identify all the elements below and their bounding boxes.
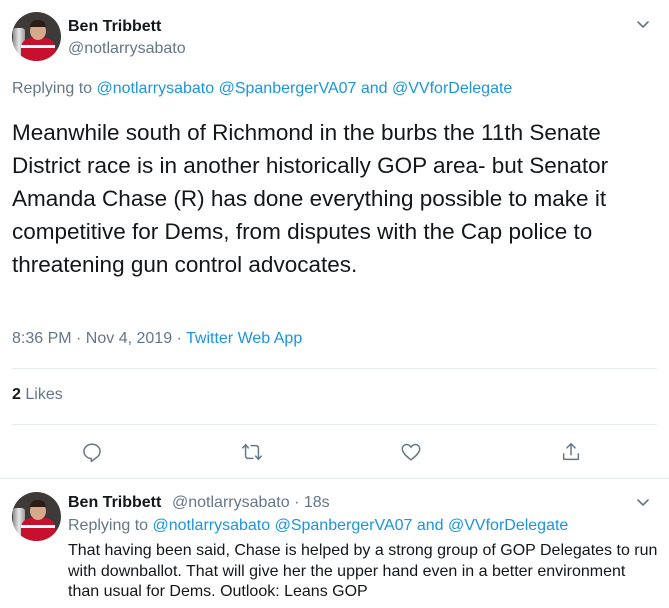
jersey-stripe <box>21 525 55 528</box>
like-button[interactable] <box>397 438 425 466</box>
replying-to-line: Replying to @notlarrysabato @SpanbergerV… <box>68 517 568 535</box>
mention-and[interactable]: and <box>361 80 388 97</box>
share-button[interactable] <box>557 438 585 466</box>
reply-text: That having been said, Chase is helped b… <box>68 542 658 600</box>
retweet-icon <box>242 443 262 461</box>
author-name[interactable]: Ben Tribbett <box>68 18 161 36</box>
mention-and[interactable]: and <box>417 517 444 534</box>
timestamp[interactable]: 8:36 PM · Nov 4, 2019 · <box>12 330 182 347</box>
replying-to-label: Replying to <box>12 80 93 97</box>
tweet-text: Meanwhile south of Richmond in the burbs… <box>12 120 609 277</box>
share-icon <box>562 443 580 461</box>
mention-link[interactable]: @VVforDelegate <box>392 80 512 97</box>
likes-count[interactable]: 2 Likes <box>12 386 63 404</box>
chevron-down-icon[interactable] <box>635 494 651 510</box>
mention-link[interactable]: @notlarrysabato <box>97 80 215 97</box>
avatar[interactable] <box>12 492 61 541</box>
likes-label: Likes <box>25 386 63 403</box>
divider <box>12 424 657 425</box>
divider <box>12 368 657 369</box>
reply-author-name[interactable]: Ben Tribbett <box>68 494 161 512</box>
author-handle[interactable]: @notlarrysabato <box>68 40 186 58</box>
hair-shape <box>30 500 46 507</box>
reply-handle[interactable]: @notlarrysabato <box>172 494 290 511</box>
retweet-button[interactable] <box>238 438 266 466</box>
jersey-stripe <box>21 45 55 48</box>
avatar[interactable] <box>12 12 61 61</box>
replying-to-label: Replying to <box>68 517 149 534</box>
jersey-shape <box>21 518 55 541</box>
reply-button[interactable] <box>78 438 106 466</box>
likes-number: 2 <box>12 386 21 403</box>
main-tweet: Ben Tribbett @notlarrysabato Replying to… <box>0 0 669 479</box>
reply-author-handle: @notlarrysabato · 18s <box>172 494 330 512</box>
replying-to-line: Replying to @notlarrysabato @SpanbergerV… <box>12 80 512 98</box>
mention-link[interactable]: @SpanbergerVA07 <box>275 517 413 534</box>
like-icon <box>401 443 421 461</box>
jersey-shape <box>21 38 55 61</box>
reply-time[interactable]: · 18s <box>294 494 330 511</box>
mention-link[interactable]: @VVforDelegate <box>448 517 568 534</box>
mention-link[interactable]: @SpanbergerVA07 <box>219 80 357 97</box>
source-link[interactable]: Twitter Web App <box>186 330 302 347</box>
reply-icon <box>83 443 101 463</box>
mention-link[interactable]: @notlarrysabato <box>153 517 271 534</box>
tweet-meta: 8:36 PM · Nov 4, 2019 · Twitter Web App <box>12 330 302 348</box>
chevron-down-icon[interactable] <box>635 16 651 32</box>
hair-shape <box>30 20 46 27</box>
